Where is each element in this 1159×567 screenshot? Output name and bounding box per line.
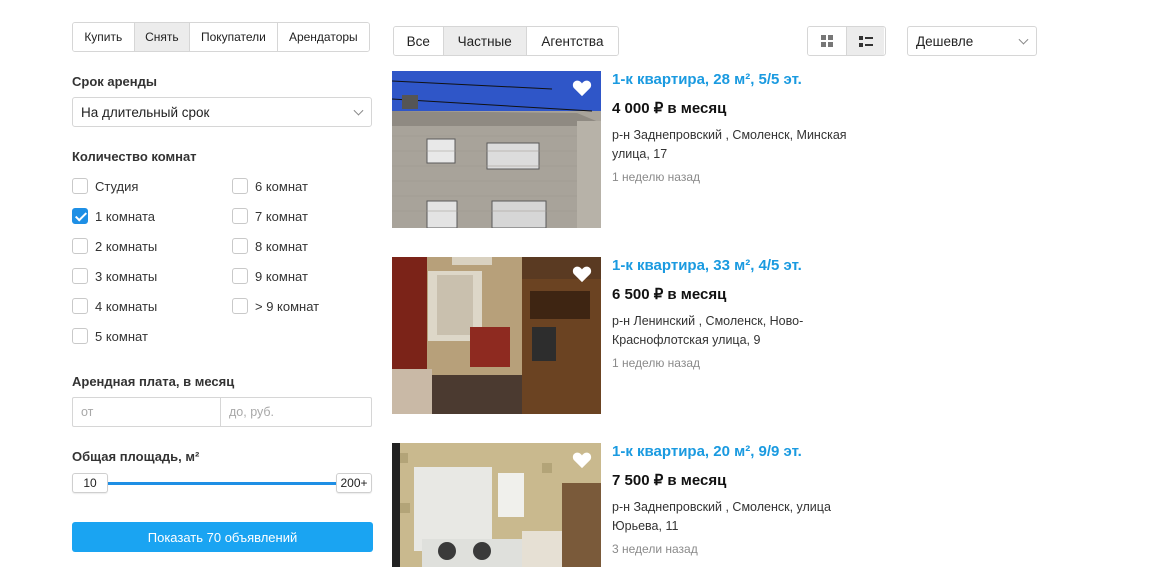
checkbox-icon[interactable] (72, 268, 88, 284)
tab-all[interactable]: Все (394, 27, 444, 55)
area-slider-min-handle[interactable]: 10 (72, 473, 108, 493)
show-results-button[interactable]: Показать 70 объявлений (72, 522, 373, 552)
checkbox-checked-icon[interactable] (72, 208, 88, 224)
chevron-down-icon (1018, 34, 1029, 45)
area-slider-max-handle[interactable]: 200+ (336, 473, 372, 493)
tab-buy[interactable]: Купить (73, 23, 135, 51)
area-slider-track[interactable] (100, 482, 350, 485)
list-view-button[interactable] (846, 27, 884, 55)
tab-tenants[interactable]: Арендаторы (277, 23, 369, 51)
checkbox-icon[interactable] (232, 298, 248, 314)
area-label: Общая площадь, м² (72, 449, 200, 464)
price-from-input[interactable] (73, 398, 220, 426)
listing-title-link[interactable]: 1-к квартира, 20 м², 9/9 эт. (612, 443, 802, 460)
listing-price: 6 500 ₽ в месяц (612, 286, 727, 303)
rooms-label: Количество комнат (72, 149, 197, 164)
kitchen-photo-image (392, 443, 601, 567)
checkbox-icon[interactable] (72, 328, 88, 344)
price-range (72, 397, 372, 427)
checkbox-icon[interactable] (232, 238, 248, 254)
checkbox-icon[interactable] (232, 178, 248, 194)
rooms-checkbox-4[interactable]: 4 комнаты (72, 298, 157, 314)
listing-price: 4 000 ₽ в месяц (612, 100, 727, 117)
checkbox-icon[interactable] (232, 208, 248, 224)
favorite-heart-icon[interactable] (572, 451, 592, 469)
rooms-checkbox-1[interactable]: 1 комната (72, 208, 155, 224)
price-to-input[interactable] (221, 398, 371, 426)
rooms-checkbox-3[interactable]: 3 комнаты (72, 268, 157, 284)
price-label: Арендная плата, в месяц (72, 374, 235, 389)
sort-value: Дешевле (916, 33, 974, 49)
rooms-checkbox-2[interactable]: 2 комнаты (72, 238, 157, 254)
rent-term-value: На длительный срок (81, 104, 210, 120)
chevron-down-icon (353, 105, 364, 116)
rooms-checkbox-6[interactable]: 6 комнат (232, 178, 308, 194)
deal-type-tabs: Купить Снять Покупатели Арендаторы (72, 22, 370, 52)
tab-agencies[interactable]: Агентства (526, 27, 618, 55)
rooms-checkbox-5[interactable]: 5 комнат (72, 328, 148, 344)
listing-price: 7 500 ₽ в месяц (612, 472, 727, 489)
listing-title-link[interactable]: 1-к квартира, 33 м², 4/5 эт. (612, 257, 802, 274)
view-toggle (807, 26, 886, 56)
listing-date: 1 неделю назад (612, 356, 701, 370)
rent-term-label: Срок аренды (72, 74, 157, 89)
seller-type-tabs: Все Частные Агентства (393, 26, 619, 56)
room-interior-photo-image (392, 257, 601, 414)
rooms-checkbox-studio[interactable]: Студия (72, 178, 138, 194)
building-photo-image (392, 71, 601, 228)
grid-icon (821, 35, 833, 47)
listing-item: 1-к квартира, 28 м², 5/5 эт. 4 000 ₽ в м… (392, 71, 912, 228)
listing-address: р-н Заднепровский , Смоленск, улица Юрье… (612, 500, 831, 533)
sort-select[interactable]: Дешевле (907, 26, 1037, 56)
tab-buyers[interactable]: Покупатели (190, 23, 278, 51)
rooms-checkbox-7[interactable]: 7 комнат (232, 208, 308, 224)
list-icon (858, 35, 873, 47)
listing-item: 1-к квартира, 20 м², 9/9 эт. 7 500 ₽ в м… (392, 443, 912, 567)
checkbox-icon[interactable] (72, 298, 88, 314)
listing-photo[interactable] (392, 443, 601, 567)
listing-item: 1-к квартира, 33 м², 4/5 эт. 6 500 ₽ в м… (392, 257, 912, 414)
listing-photo[interactable] (392, 71, 601, 228)
tab-private[interactable]: Частные (443, 27, 527, 55)
rooms-checkbox-8[interactable]: 8 комнат (232, 238, 308, 254)
rooms-checkbox-more-than-9[interactable]: > 9 комнат (232, 298, 319, 314)
favorite-heart-icon[interactable] (572, 79, 592, 97)
checkbox-icon[interactable] (72, 238, 88, 254)
grid-view-button[interactable] (808, 27, 846, 55)
tab-rent[interactable]: Снять (134, 23, 191, 51)
listing-photo[interactable] (392, 257, 601, 414)
listing-date: 1 неделю назад (612, 170, 701, 184)
checkbox-icon[interactable] (72, 178, 88, 194)
listing-address: р-н Ленинский , Смоленск, Ново-Краснофло… (612, 314, 804, 347)
listing-address: р-н Заднепровский , Смоленск, Минская ул… (612, 128, 847, 161)
listing-title-link[interactable]: 1-к квартира, 28 м², 5/5 эт. (612, 71, 802, 88)
rent-term-select[interactable]: На длительный срок (72, 97, 372, 127)
checkbox-icon[interactable] (232, 268, 248, 284)
rooms-checkbox-9[interactable]: 9 комнат (232, 268, 308, 284)
favorite-heart-icon[interactable] (572, 265, 592, 283)
listing-date: 3 недели назад (612, 542, 698, 556)
